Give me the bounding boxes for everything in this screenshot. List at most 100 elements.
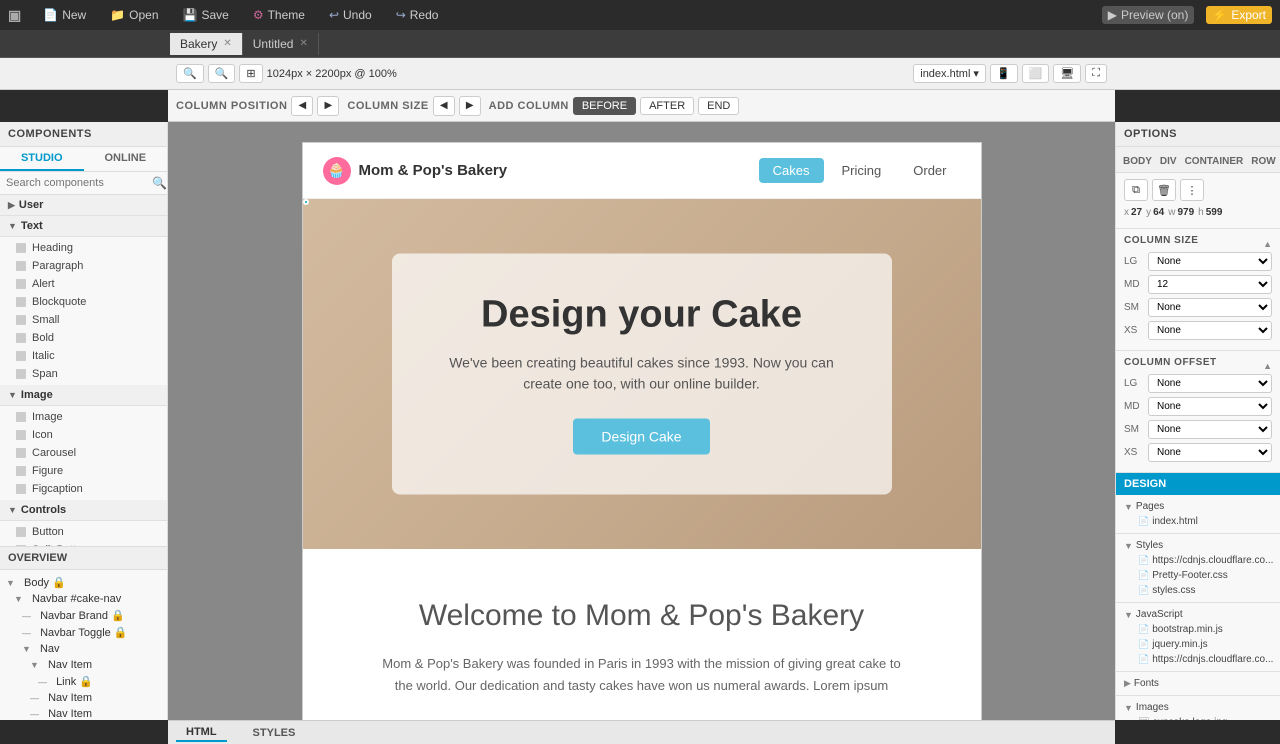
col-move-left-button[interactable]: ◀ xyxy=(291,96,313,116)
component-figcaption[interactable]: Figcaption xyxy=(0,480,167,498)
redo-button[interactable]: ↪ Redo xyxy=(390,6,445,24)
category-user-header[interactable]: ▶ User xyxy=(0,195,167,216)
page-index[interactable]: 📄 index.html xyxy=(1124,514,1272,529)
col-size-sm-select[interactable]: None1234612 xyxy=(1148,298,1272,317)
component-heading[interactable]: Heading xyxy=(0,239,167,257)
component-italic[interactable]: Italic xyxy=(0,347,167,365)
js-jquery[interactable]: 📄 jquery.min.js xyxy=(1124,637,1272,652)
styles-expand[interactable]: ▼ Styles xyxy=(1124,538,1272,553)
col-offset-xs-select[interactable]: None xyxy=(1148,443,1272,462)
tab-bakery[interactable]: Bakery ✕ xyxy=(170,33,243,55)
style-footer[interactable]: 📄 Pretty-Footer.css xyxy=(1124,568,1272,583)
component-bold[interactable]: Bold xyxy=(0,329,167,347)
zoom-out-button[interactable]: 🔍 xyxy=(208,64,236,83)
undo-button[interactable]: ↩ Undo xyxy=(323,6,378,24)
save-button[interactable]: 💾 Save xyxy=(177,6,235,24)
tree-link[interactable]: — Link 🔒 xyxy=(0,673,167,690)
col-size-lg-select[interactable]: None1234612 xyxy=(1148,252,1272,271)
col-size-decrease-button[interactable]: ◀ xyxy=(433,96,455,116)
category-controls-header[interactable]: ▼ Controls xyxy=(0,500,167,521)
fullscreen-button[interactable]: ⛶ xyxy=(1085,64,1107,83)
nav-pricing[interactable]: Pricing xyxy=(828,158,896,183)
col-offset-lg-select[interactable]: None xyxy=(1148,374,1272,393)
controls-expand-icon: ▼ xyxy=(8,505,17,515)
col-size-increase-button[interactable]: ▶ xyxy=(459,96,481,116)
style-cloudflare[interactable]: 📄 https://cdnjs.cloudflare.co... xyxy=(1124,553,1272,568)
tab-styles[interactable]: STYLES xyxy=(243,725,306,741)
desktop-view-button[interactable]: 🖥 xyxy=(1053,64,1081,83)
tree-nav-item-1[interactable]: ▼ Nav Item xyxy=(0,657,167,673)
blockquote-icon xyxy=(16,297,26,307)
layout-icon[interactable]: ⊞ xyxy=(239,64,262,83)
tab-online[interactable]: ONLINE xyxy=(84,147,168,171)
more-icon-button[interactable]: ⋮ xyxy=(1180,179,1204,201)
preview-button[interactable]: ▶ Preview (on) xyxy=(1102,6,1195,24)
before-button[interactable]: BEFORE xyxy=(573,97,636,115)
tab-untitled[interactable]: Untitled ✕ xyxy=(243,33,319,55)
col-size-md-select[interactable]: 12None12346 xyxy=(1148,275,1272,294)
after-button[interactable]: AFTER xyxy=(640,97,694,115)
img-cupcake[interactable]: 🖼 cupcake logo.jpg xyxy=(1124,715,1272,720)
category-image-header[interactable]: ▼ Image xyxy=(0,385,167,406)
tab-untitled-close[interactable]: ✕ xyxy=(299,38,307,49)
component-alert[interactable]: Alert xyxy=(0,275,167,293)
col-size-xs-select[interactable]: None1234612 xyxy=(1148,321,1272,340)
new-icon: 📄 xyxy=(43,8,58,22)
tree-navbar-toggle[interactable]: — Navbar Toggle 🔒 xyxy=(0,624,167,641)
copy-icon-button[interactable]: ⧉ xyxy=(1124,179,1148,201)
col-move-right-button[interactable]: ▶ xyxy=(317,96,339,116)
nav-cakes[interactable]: Cakes xyxy=(759,158,824,183)
tree-nav[interactable]: ▼ Nav xyxy=(0,641,167,657)
col-offset-md-select[interactable]: None xyxy=(1148,397,1272,416)
tree-body[interactable]: ▼ Body 🔒 xyxy=(0,574,167,591)
tab-row[interactable]: ROW xyxy=(1248,151,1278,172)
component-span[interactable]: Span xyxy=(0,365,167,383)
images-expand[interactable]: ▼ Images xyxy=(1124,700,1272,715)
component-small[interactable]: Small xyxy=(0,311,167,329)
design-cake-button[interactable]: Design Cake xyxy=(573,419,709,455)
tree-navbar[interactable]: ▼ Navbar #cake-nav xyxy=(0,591,167,607)
js-cloudflare[interactable]: 📄 https://cdnjs.cloudflare.co... xyxy=(1124,652,1272,667)
component-image[interactable]: Image xyxy=(0,408,167,426)
zoom-fit-button[interactable]: 🔍 xyxy=(176,64,204,83)
end-button[interactable]: END xyxy=(698,97,739,115)
tree-navbar-brand[interactable]: — Navbar Brand 🔒 xyxy=(0,607,167,624)
fonts-expand[interactable]: ▶ Fonts xyxy=(1124,676,1272,691)
icon-icon xyxy=(16,430,26,440)
tab-html[interactable]: HTML xyxy=(176,724,227,742)
search-input[interactable] xyxy=(6,177,148,189)
component-carousel[interactable]: Carousel xyxy=(0,444,167,462)
mobile-view-button[interactable]: 📱 xyxy=(990,64,1018,83)
tree-nav-item-2[interactable]: — Nav Item xyxy=(0,690,167,706)
new-button[interactable]: 📄 New xyxy=(37,6,92,24)
top-bar: ▣ 📄 New 📁 Open 💾 Save ⚙ Theme ↩ Undo ↪ R… xyxy=(0,0,1280,30)
tab-container[interactable]: CONTAINER xyxy=(1182,151,1247,172)
style-styles[interactable]: 📄 styles.css xyxy=(1124,583,1272,598)
column-offset-header[interactable]: COLUMN OFFSET ▲ xyxy=(1124,357,1272,374)
component-blockquote[interactable]: Blockquote xyxy=(0,293,167,311)
export-button[interactable]: ⚡ Export xyxy=(1206,6,1272,24)
component-figure[interactable]: Figure xyxy=(0,462,167,480)
component-paragraph[interactable]: Paragraph xyxy=(0,257,167,275)
column-size-header[interactable]: COLUMN SIZE ▲ xyxy=(1124,235,1272,252)
js-expand[interactable]: ▼ JavaScript xyxy=(1124,607,1272,622)
tab-div[interactable]: DIV xyxy=(1157,151,1180,172)
tab-bakery-close[interactable]: ✕ xyxy=(223,38,231,49)
col-offset-sm-select[interactable]: None xyxy=(1148,420,1272,439)
open-button[interactable]: 📁 Open xyxy=(104,6,164,24)
category-text-header[interactable]: ▼ Text xyxy=(0,216,167,237)
js-bootstrap[interactable]: 📄 bootstrap.min.js xyxy=(1124,622,1272,637)
tree-nav-item-3[interactable]: — Nav Item xyxy=(0,706,167,720)
pages-expand[interactable]: ▼ Pages xyxy=(1124,499,1272,514)
search-icon[interactable]: 🔍 xyxy=(152,176,167,190)
nav-order[interactable]: Order xyxy=(899,158,960,183)
tab-studio[interactable]: STUDIO xyxy=(0,147,84,171)
small-icon xyxy=(16,315,26,325)
component-icon[interactable]: Icon xyxy=(0,426,167,444)
tablet-view-button[interactable]: ⬜ xyxy=(1022,64,1050,83)
delete-icon-button[interactable]: 🗑 xyxy=(1152,179,1176,201)
component-button[interactable]: Button xyxy=(0,523,167,541)
tab-body[interactable]: BODY xyxy=(1120,151,1155,172)
index-selector[interactable]: index.html▾ xyxy=(913,64,986,83)
theme-button[interactable]: ⚙ Theme xyxy=(247,6,311,24)
